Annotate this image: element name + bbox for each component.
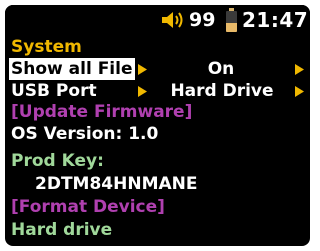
status-bar: 99 21:47	[5, 5, 310, 35]
format-device-action[interactable]: [Format Device]	[11, 196, 165, 218]
format-target: Hard drive	[11, 220, 113, 240]
battery-fill	[226, 22, 237, 32]
setting-label-show-all-file: Show all File	[9, 58, 135, 80]
os-version: OS Version: 1.0	[11, 124, 159, 144]
arrow-right-icon[interactable]	[295, 64, 304, 75]
arrow-right-icon[interactable]	[295, 86, 304, 97]
setting-value-show-all-file: On	[207, 59, 235, 79]
arrow-right-icon[interactable]	[138, 86, 147, 97]
device-screen: 99 21:47 System Show all File On USB Por…	[5, 5, 310, 246]
setting-row-show-all-file[interactable]: Show all File On	[5, 58, 310, 82]
update-firmware-action[interactable]: [Update Firmware]	[11, 101, 192, 123]
prod-key-value: 2DTM84HNMANE	[35, 174, 198, 194]
setting-value-usb-port: Hard Drive	[170, 81, 274, 101]
speaker-icon	[162, 12, 183, 28]
volume-level: 99	[189, 9, 216, 31]
menu-title: System	[11, 37, 82, 57]
setting-label-usb-port: USB Port	[11, 81, 97, 101]
battery-icon	[226, 8, 237, 32]
arrow-right-icon[interactable]	[138, 64, 147, 75]
prod-key-label: Prod Key:	[11, 151, 104, 171]
clock: 21:47	[242, 8, 309, 32]
